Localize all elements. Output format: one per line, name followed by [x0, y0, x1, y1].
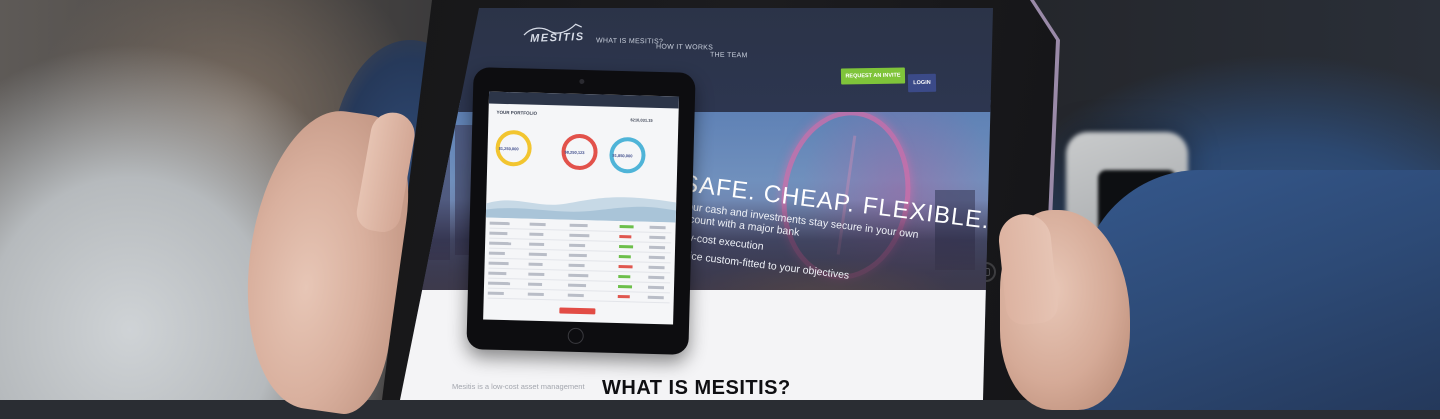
mockup-ring-2-value: $8,250,123 — [564, 149, 585, 156]
login-button[interactable]: LOGIN — [907, 73, 937, 93]
nav-the-team[interactable]: THE TEAM — [710, 52, 748, 60]
section-intro: Mesitis is a low-cost asset management — [452, 382, 585, 391]
mockup-home-button — [567, 327, 584, 345]
mockup-ipad: YOUR PORTFOLIO $210,031.15 $1,250,000 $8… — [466, 67, 696, 355]
mockup-navbar — [488, 91, 680, 109]
mockup-cta-button — [559, 307, 596, 315]
mockup-total: $210,031.15 — [630, 117, 653, 123]
nav-what-is[interactable]: WHAT IS MESITIS? — [596, 37, 663, 45]
request-invite-button[interactable]: REQUEST AN INVITE — [840, 67, 906, 85]
nav-how-it-works[interactable]: HOW IT WORKS — [656, 44, 713, 52]
site-logo[interactable]: MESITIS — [520, 21, 591, 49]
mockup-dashboard: YOUR PORTFOLIO $210,031.15 $1,250,000 $8… — [483, 91, 680, 325]
mockup-area-chart — [485, 197, 677, 223]
logo-text: MESITIS — [529, 30, 585, 45]
section-heading: WHAT IS MESITIS? — [602, 377, 791, 399]
mockup-ring-1-value: $1,250,000 — [498, 145, 519, 152]
camera-icon — [579, 78, 585, 85]
mockup-ring-3-value: $1,850,000 — [612, 152, 633, 159]
jeans-right — [1080, 170, 1440, 410]
mockup-title: YOUR PORTFOLIO — [496, 109, 538, 116]
table-row — [487, 291, 670, 304]
